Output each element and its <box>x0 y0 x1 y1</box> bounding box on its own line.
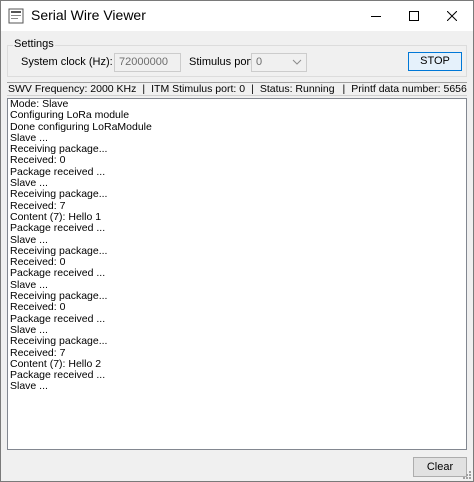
swv-frequency-status: SWV Frequency: 2000 KHz <box>8 83 137 95</box>
log-line: Package received ... <box>10 312 106 325</box>
run-status: Status: Running <box>259 83 335 95</box>
stimulus-port-value: 0 <box>256 56 263 68</box>
log-line: Received: 0 <box>10 301 66 314</box>
stop-button[interactable]: STOP <box>408 52 462 71</box>
swv-console-output[interactable]: Mode: Slave Configuring LoRa module Done c… <box>7 98 467 450</box>
log-line: Receiving package... <box>10 244 108 257</box>
maximize-icon <box>409 11 419 21</box>
chevron-down-icon <box>292 59 302 65</box>
settings-group-label: Settings <box>13 38 55 51</box>
serial-wire-viewer-window: Serial Wire Viewer Settings System clock… <box>0 0 474 482</box>
stimulus-port-select[interactable]: 0 <box>251 53 307 72</box>
log-line: Receiving package... <box>10 290 108 303</box>
clear-button[interactable]: Clear <box>413 457 467 477</box>
close-button[interactable] <box>435 1 469 31</box>
window-title: Serial Wire Viewer <box>31 7 146 23</box>
resize-grip-icon[interactable] <box>463 471 472 480</box>
log-line: Receiving package... <box>10 143 108 156</box>
printf-count-status: Printf data number: 5656 <box>351 83 467 95</box>
log-line: Package received ... <box>10 222 106 235</box>
title-bar[interactable]: Serial Wire Viewer <box>1 1 473 31</box>
app-icon <box>8 8 24 24</box>
log-line: Slave ... <box>10 380 48 393</box>
log-line: Package received ... <box>10 267 106 280</box>
log-line: Done configuring LoRaModule <box>10 120 152 133</box>
log-line: Receiving package... <box>10 188 108 201</box>
log-line: Receiving package... <box>10 335 108 348</box>
log-line: Package received ... <box>10 165 106 178</box>
status-strip: SWV Frequency: 2000 KHz | ITM Stimulus p… <box>7 82 467 96</box>
system-clock-label: System clock (Hz): <box>21 56 113 68</box>
itm-port-status: ITM Stimulus port: 0 <box>151 83 246 95</box>
minimize-button[interactable] <box>359 1 393 31</box>
minimize-icon <box>371 16 381 17</box>
system-clock-field[interactable]: 72000000 <box>114 53 181 72</box>
maximize-button[interactable] <box>397 1 431 31</box>
close-icon <box>447 11 457 21</box>
status-separator: | <box>251 83 254 95</box>
log-line: Configuring LoRa module <box>10 109 130 122</box>
status-separator: | <box>342 83 346 95</box>
stimulus-port-label: Stimulus port: <box>189 56 257 68</box>
status-separator: | <box>142 83 146 95</box>
log-line: Package received ... <box>10 369 106 382</box>
